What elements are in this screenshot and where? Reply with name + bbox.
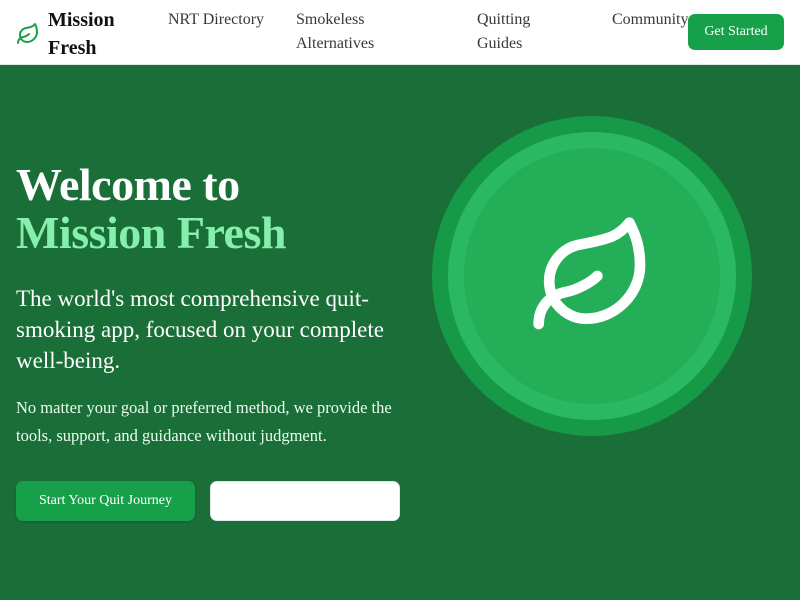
hero-title-line1: Welcome to [16, 159, 240, 210]
hero-description: No matter your goal or preferred method,… [16, 398, 392, 445]
leaf-icon [17, 23, 38, 44]
leaf-icon [533, 217, 646, 330]
logo-text: Mission Fresh [48, 9, 115, 59]
nav-link-nrt-directory[interactable]: NRT Directory [168, 8, 268, 32]
logo-link[interactable]: Mission Fresh [16, 6, 128, 62]
secondary-button[interactable] [210, 481, 400, 521]
nav-link-smokeless-alternatives[interactable]: Smokeless Alternatives [296, 8, 406, 56]
hero-title: Welcome to Mission Fresh [16, 161, 286, 257]
nav-link-quitting-guides[interactable]: Quitting Guides [477, 8, 567, 56]
start-quit-journey-button[interactable]: Start Your Quit Journey [16, 481, 195, 521]
hero-title-line2: Mission Fresh [16, 207, 286, 258]
hero-subtitle: The world's most comprehensive quit-smok… [16, 286, 384, 373]
get-started-button[interactable]: Get Started [688, 14, 784, 50]
site-header: Mission Fresh NRT Directory Smokeless Al… [0, 0, 800, 65]
